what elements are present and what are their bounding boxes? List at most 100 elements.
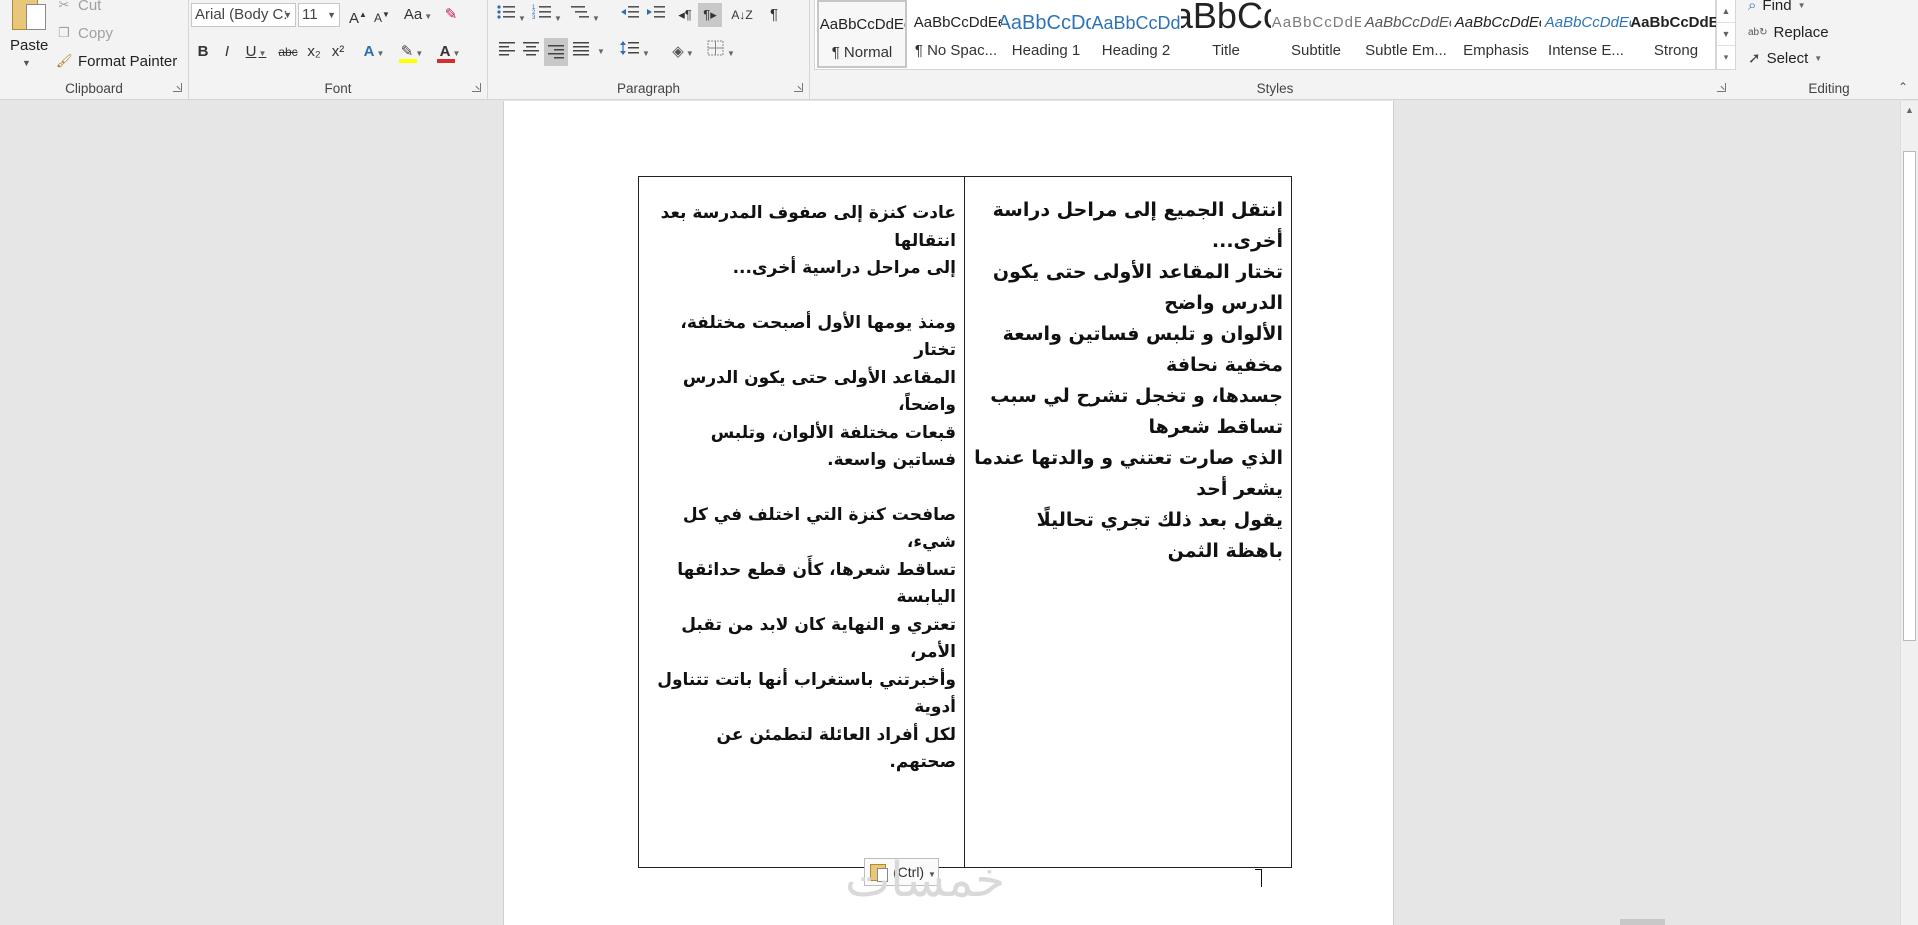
style-title[interactable]: AaBbCcDdEe Title <box>1181 0 1271 68</box>
borders-button[interactable]: ▼ <box>704 40 738 64</box>
text-effects-button[interactable]: A ▼ <box>359 40 389 64</box>
ltr-direction-icon[interactable]: ◂¶ <box>674 3 696 27</box>
sort-icon[interactable]: A↓Z <box>730 3 754 27</box>
document-table[interactable]: انتقل الجميع إلى مراحل دراسة أخرى... تخت… <box>638 176 1292 886</box>
change-case-button[interactable]: Aa ▼ <box>401 3 435 27</box>
collapse-ribbon-icon[interactable]: ⌃ <box>1898 80 1908 94</box>
align-right-button[interactable] <box>544 38 568 66</box>
right-cell-line: انتقل الجميع إلى مراحل دراسة أخرى... <box>992 199 1283 252</box>
scrollbar-thumb[interactable] <box>1903 151 1916 641</box>
rtl-direction-icon[interactable]: ¶▸ <box>698 3 722 27</box>
highlight-color-button[interactable]: ✎ ▼ <box>395 40 429 64</box>
multilevel-list-icon <box>571 6 590 18</box>
font-color-button[interactable]: A ▼ <box>433 40 467 64</box>
line-spacing-button[interactable]: ▼ <box>618 40 652 64</box>
show-formatting-button[interactable]: ¶ <box>764 3 784 27</box>
line-spacing-icon <box>620 41 640 55</box>
style-normal[interactable]: AaBbCcDdEe ¶ Normal <box>817 0 907 68</box>
vertical-scrollbar[interactable]: ▲ <box>1900 101 1918 925</box>
align-center-button[interactable] <box>520 40 542 64</box>
styles-group: AaBbCcDdEe ¶ Normal AaBbCcDdEe ¶ No Spac… <box>810 0 1740 100</box>
paint-bucket-icon: ◈ <box>672 43 684 60</box>
copy-icon: ❐ <box>58 25 70 40</box>
watermark-logo: خمسات <box>845 852 1006 908</box>
style-strong[interactable]: AaBbCcDdEe Strong <box>1631 0 1721 68</box>
multilevel-list-button[interactable]: ▼ <box>568 3 602 27</box>
gallery-down-icon[interactable]: ▼ <box>1717 23 1735 46</box>
left-cell-line: تساقط شعرها، كأَن قطع حدائقها اليابسة <box>677 559 956 608</box>
styles-dialog-launcher-icon[interactable] <box>1717 83 1726 92</box>
style-heading-1[interactable]: AaBbCcDdEe Heading 1 <box>1001 0 1091 68</box>
cut-button[interactable]: ✂ Cut <box>56 0 102 15</box>
chevron-down-icon: ▼ <box>283 10 292 20</box>
paste-button[interactable]: Paste <box>10 37 48 54</box>
styles-gallery-scroll: ▲ ▼ ▾ <box>1716 0 1736 70</box>
search-icon: ⌕ <box>1748 0 1757 14</box>
left-cell-line: قبعات مختلفة الألوان، وتلبس فساتين واسعة… <box>710 422 956 471</box>
align-right-icon <box>548 45 564 59</box>
decrease-indent-icon <box>621 6 639 18</box>
shrink-font-button[interactable]: A▼ <box>371 3 393 27</box>
clipboard-dialog-launcher-icon[interactable] <box>173 83 182 92</box>
font-dialog-launcher-icon[interactable] <box>472 83 481 92</box>
end-of-cell-marker <box>1255 869 1262 887</box>
find-button[interactable]: ⌕ Find ▼ <box>1748 0 1806 16</box>
bold-button[interactable]: B <box>193 40 213 64</box>
strikethrough-button[interactable]: abc <box>275 40 301 64</box>
grow-font-button[interactable]: A▲ <box>347 3 369 27</box>
left-cell-line: المقاعد الأولى حتى يكون الدرس واضحاً، <box>682 367 956 416</box>
cursor-arrow-icon: ➚ <box>1748 50 1761 67</box>
paragraph-dialog-launcher-icon[interactable] <box>794 83 803 92</box>
increase-indent-button[interactable] <box>644 3 668 27</box>
paste-dropdown-icon[interactable]: ▼ <box>22 58 31 68</box>
justify-button[interactable] <box>570 40 592 64</box>
scroll-up-icon[interactable]: ▲ <box>1901 101 1918 119</box>
style-subtle-emphasis[interactable]: AaBbCcDdEe Subtle Em... <box>1361 0 1451 68</box>
scissors-icon: ✂ <box>58 0 70 12</box>
right-cell-line: جسدها، و تخجل تشرح لي سبب تساقط شعرها <box>990 385 1283 438</box>
clear-formatting-icon[interactable]: ✎ <box>439 3 463 27</box>
font-name-combo[interactable]: Arial (Body C: ▼ <box>191 3 296 27</box>
numbering-icon: 123 <box>532 5 552 21</box>
italic-button[interactable]: I <box>217 40 237 64</box>
editing-group: ⌕ Find ▼ ab↻ Replace ➚ Select ▼ Editing … <box>1740 0 1918 100</box>
table-cell-left[interactable]: عادت كنزة إلى صفوف المدرسة بعد انتقالها … <box>639 177 965 867</box>
svg-text:3: 3 <box>532 15 536 21</box>
document-workspace: انتقل الجميع إلى مراحل دراسة أخرى... تخت… <box>0 101 1900 925</box>
font-size-combo[interactable]: 11 ▼ <box>298 3 340 27</box>
replace-button[interactable]: ab↻ Replace <box>1748 21 1829 43</box>
status-bar-fragment <box>1620 919 1665 925</box>
numbering-button[interactable]: 1 2 3 ▼ <box>530 3 564 27</box>
style-intense-emphasis[interactable]: AaBbCcDdEe Intense E... <box>1541 0 1631 68</box>
borders-icon <box>707 40 724 56</box>
gallery-up-icon[interactable]: ▲ <box>1717 0 1735 23</box>
align-left-icon <box>499 42 515 56</box>
right-cell-line: الذي صارت تعتني و والدتها عندما يشعر أحد <box>974 447 1283 500</box>
bullets-button[interactable]: ▼ <box>496 3 526 27</box>
align-left-button[interactable] <box>496 40 518 64</box>
superscript-button[interactable]: x² <box>327 40 349 64</box>
select-button[interactable]: ➚ Select ▼ <box>1748 47 1822 69</box>
table-cell-right[interactable]: انتقل الجميع إلى مراحل دراسة أخرى... تخت… <box>965 177 1291 867</box>
left-cell-line: تعتري و النهاية كان لابد من تقبل الأمر، <box>681 614 956 663</box>
paste-icon[interactable] <box>12 0 46 32</box>
style-emphasis[interactable]: AaBbCcDdEe Emphasis <box>1451 0 1541 68</box>
underline-button[interactable]: U ▼ <box>241 40 271 64</box>
shading-button[interactable]: ◈ ▼ <box>666 40 700 64</box>
styles-group-label: Styles <box>1256 81 1294 96</box>
style-heading-2[interactable]: AaBbCcDdEe Heading 2 <box>1091 0 1181 68</box>
copy-button[interactable]: ❐ Copy <box>56 23 113 43</box>
style-subtitle[interactable]: AaBbCcDdEe Subtitle <box>1271 0 1361 68</box>
justify-dropdown-icon[interactable]: ▼ <box>594 40 608 64</box>
gallery-more-icon[interactable]: ▾ <box>1717 46 1735 69</box>
decrease-indent-button[interactable] <box>618 3 642 27</box>
font-group-label: Font <box>324 81 352 96</box>
document-page[interactable]: انتقل الجميع إلى مراحل دراسة أخرى... تخت… <box>503 101 1394 925</box>
left-cell-line: لكل أفراد العائلة لتطمئن عن صحتهم. <box>716 724 956 773</box>
subscript-button[interactable]: x₂ <box>303 40 325 64</box>
clipboard-group-label: Clipboard <box>65 81 123 96</box>
format-painter-button[interactable]: 🖌 Format Painter <box>56 51 177 71</box>
style-no-spacing[interactable]: AaBbCcDdEe ¶ No Spac... <box>911 0 1001 68</box>
styles-gallery: AaBbCcDdEe ¶ Normal AaBbCcDdEe ¶ No Spac… <box>814 0 1721 70</box>
